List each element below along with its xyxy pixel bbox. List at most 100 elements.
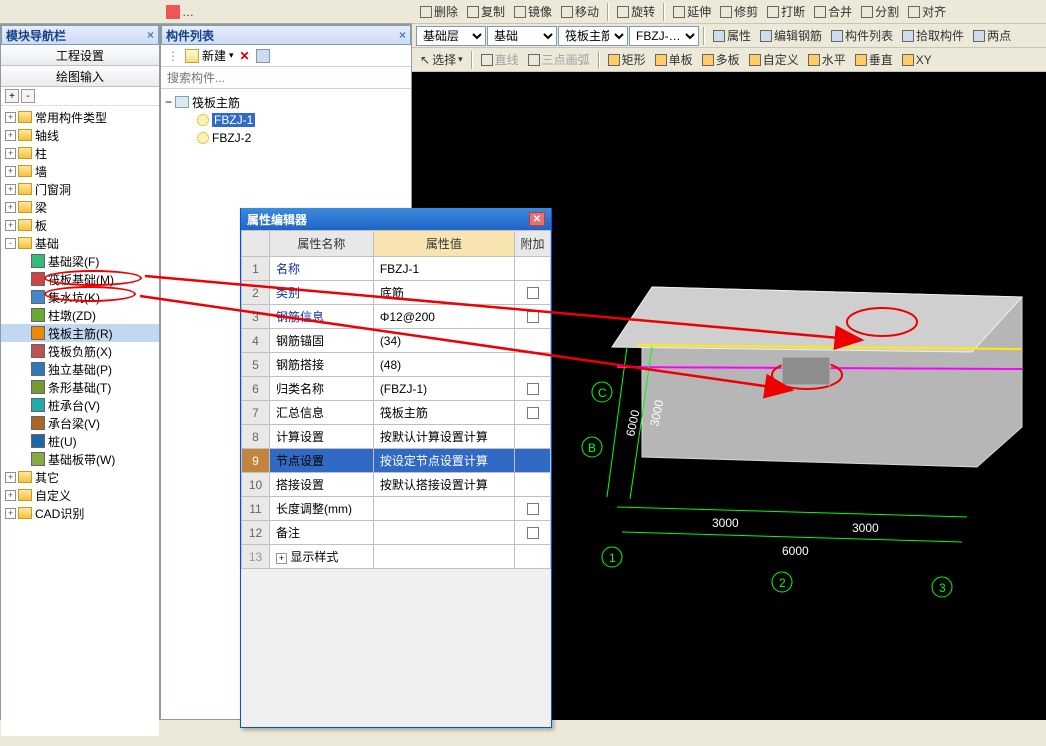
property-row[interactable]: 13+ 显示样式 <box>242 545 551 569</box>
component-tree[interactable]: −筏板主筋 FBZJ-1 FBZJ-2 <box>161 89 411 151</box>
property-value[interactable]: 按默认搭接设置计算 <box>373 473 514 497</box>
component-item[interactable]: FBZJ-2 <box>212 131 251 145</box>
component-item[interactable]: FBZJ-1 <box>212 113 255 127</box>
expander-icon[interactable]: + <box>5 202 16 213</box>
property-row[interactable]: 11长度调整(mm) <box>242 497 551 521</box>
new-button[interactable]: 新建▾ <box>185 47 234 64</box>
property-value[interactable]: 按默认计算设置计算 <box>373 425 514 449</box>
draw-tool-button[interactable]: 矩形 <box>604 49 650 70</box>
property-value[interactable] <box>373 521 514 545</box>
search-input[interactable] <box>161 67 411 88</box>
expander-icon[interactable]: + <box>5 490 16 501</box>
property-row[interactable]: 1名称FBZJ-1 <box>242 257 551 281</box>
property-value[interactable]: 筏板主筋 <box>373 401 514 425</box>
tree-node[interactable]: +板 <box>1 216 159 234</box>
layer-select[interactable]: 基础层 <box>416 26 486 46</box>
toolbar-button[interactable]: 旋转 <box>613 1 659 22</box>
draw-tool-button[interactable]: XY <box>898 51 936 69</box>
property-row[interactable]: 4钢筋锚固(34) <box>242 329 551 353</box>
toolbar-button[interactable]: 构件列表 <box>827 25 897 46</box>
top-btn[interactable]: … <box>160 3 200 21</box>
property-value[interactable]: Φ12@200 <box>373 305 514 329</box>
component-search[interactable] <box>161 67 411 89</box>
toolbar-button[interactable]: 拾取构件 <box>898 25 968 46</box>
property-editor-dialog[interactable]: 属性编辑器 ✕ 属性名称属性值附加1名称FBZJ-12类别底筋3钢筋信息Φ12@… <box>240 208 552 728</box>
expander-icon[interactable]: + <box>5 184 16 195</box>
tree-node[interactable]: 筏板基础(M) <box>1 270 159 288</box>
expander-icon[interactable]: - <box>5 238 16 249</box>
toolbar-button[interactable]: 复制 <box>463 1 509 22</box>
tree-node[interactable]: 基础梁(F) <box>1 252 159 270</box>
expander-icon[interactable]: + <box>5 148 16 159</box>
expander-icon[interactable]: + <box>5 220 16 231</box>
property-row[interactable]: 10搭接设置按默认搭接设置计算 <box>242 473 551 497</box>
toolbar-button[interactable]: 打断 <box>763 1 809 22</box>
tree-node[interactable]: 桩(U) <box>1 432 159 450</box>
checkbox[interactable] <box>527 383 539 395</box>
draw-tool-button[interactable]: 水平 <box>804 49 850 70</box>
tree-node[interactable]: 柱墩(ZD) <box>1 306 159 324</box>
toolbar-button[interactable]: 属性 <box>709 25 755 46</box>
tree-node[interactable]: +梁 <box>1 198 159 216</box>
property-value[interactable] <box>373 497 514 521</box>
draw-tool-button[interactable]: 单板 <box>651 49 697 70</box>
copy-icon[interactable] <box>256 49 270 63</box>
toolbar-button[interactable]: 分割 <box>857 1 903 22</box>
tree-node[interactable]: +常用构件类型 <box>1 108 159 126</box>
checkbox[interactable] <box>527 287 539 299</box>
toolbar-button[interactable]: 移动 <box>557 1 603 22</box>
expander-icon[interactable]: + <box>5 472 16 483</box>
tree-node[interactable]: +其它 <box>1 468 159 486</box>
category-tree[interactable]: +常用构件类型+轴线+柱+墙+门窗洞+梁+板-基础基础梁(F)筏板基础(M)集水… <box>1 106 159 736</box>
component-group[interactable]: 筏板主筋 <box>192 94 240 111</box>
select-button[interactable]: ↖选择▾ <box>416 49 467 70</box>
tree-node[interactable]: +门窗洞 <box>1 180 159 198</box>
expander-icon[interactable]: + <box>5 508 16 519</box>
tree-node[interactable]: 集水坑(K) <box>1 288 159 306</box>
toolbar-button[interactable]: 修剪 <box>716 1 762 22</box>
property-value[interactable] <box>373 545 514 569</box>
property-value[interactable]: (FBZJ-1) <box>373 377 514 401</box>
tree-node[interactable]: 承台梁(V) <box>1 414 159 432</box>
draw-tool-button[interactable]: 垂直 <box>851 49 897 70</box>
tree-node[interactable]: +轴线 <box>1 126 159 144</box>
tree-node[interactable]: -基础 <box>1 234 159 252</box>
tree-node[interactable]: +柱 <box>1 144 159 162</box>
tree-node[interactable]: 独立基础(P) <box>1 360 159 378</box>
expander-icon[interactable]: + <box>5 112 16 123</box>
tab-drawing-input[interactable]: 绘图输入 <box>1 66 159 87</box>
expander-icon[interactable]: + <box>5 166 16 177</box>
delete-icon[interactable]: ✕ <box>240 49 250 63</box>
tree-node[interactable]: 桩承台(V) <box>1 396 159 414</box>
tab-project-settings[interactable]: 工程设置 <box>1 45 159 66</box>
checkbox[interactable] <box>527 503 539 515</box>
property-row[interactable]: 8计算设置按默认计算设置计算 <box>242 425 551 449</box>
draw-tool-button[interactable]: 多板 <box>698 49 744 70</box>
property-row[interactable]: 9节点设置按设定节点设置计算 <box>242 449 551 473</box>
toolbar-button[interactable]: 编辑钢筋 <box>756 25 826 46</box>
dialog-titlebar[interactable]: 属性编辑器 ✕ <box>241 208 551 230</box>
property-value[interactable]: (48) <box>373 353 514 377</box>
layer-select[interactable]: 筏板主筋 <box>558 26 628 46</box>
property-row[interactable]: 6归类名称(FBZJ-1) <box>242 377 551 401</box>
layer-select[interactable]: FBZJ-… <box>629 26 699 46</box>
tree-node[interactable]: 条形基础(T) <box>1 378 159 396</box>
property-table[interactable]: 属性名称属性值附加1名称FBZJ-12类别底筋3钢筋信息Φ12@2004钢筋锚固… <box>241 230 551 569</box>
layer-select[interactable]: 基础 <box>487 26 557 46</box>
property-row[interactable]: 5钢筋搭接(48) <box>242 353 551 377</box>
checkbox[interactable] <box>527 407 539 419</box>
expander-icon[interactable]: + <box>5 130 16 141</box>
checkbox[interactable] <box>527 311 539 323</box>
tree-node[interactable]: +CAD识别 <box>1 504 159 522</box>
property-value[interactable]: 底筋 <box>373 281 514 305</box>
property-row[interactable]: 12备注 <box>242 521 551 545</box>
tree-node[interactable]: +自定义 <box>1 486 159 504</box>
close-icon[interactable]: × <box>399 28 406 42</box>
toolbar-button[interactable]: 镜像 <box>510 1 556 22</box>
tree-node[interactable]: 筏板负筋(X) <box>1 342 159 360</box>
property-row[interactable]: 7汇总信息筏板主筋 <box>242 401 551 425</box>
toolbar-button[interactable]: 两点 <box>969 25 1015 46</box>
collapse-all-icon[interactable]: - <box>21 89 35 103</box>
toolbar-button[interactable]: 延伸 <box>669 1 715 22</box>
expand-all-icon[interactable]: + <box>5 89 19 103</box>
